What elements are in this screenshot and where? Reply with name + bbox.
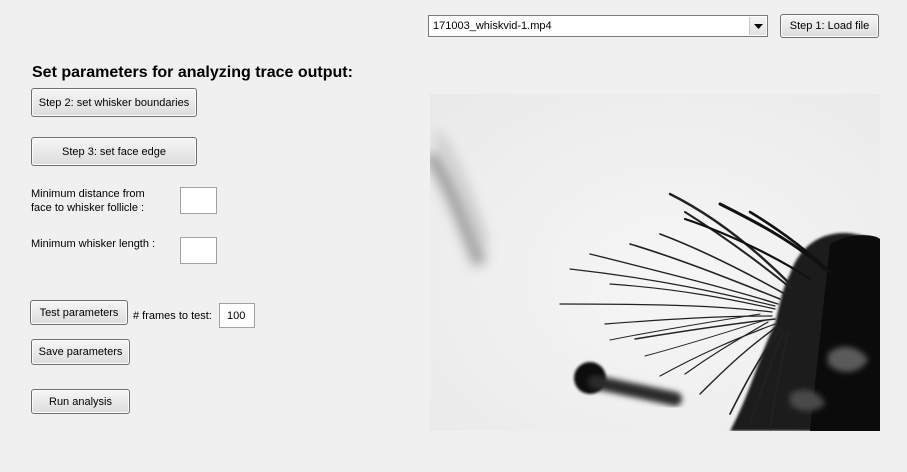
test-parameters-button[interactable]: Test parameters xyxy=(30,300,128,325)
chevron-down-icon[interactable] xyxy=(749,17,766,35)
min-distance-label: Minimum distance from face to whisker fo… xyxy=(31,187,145,215)
min-distance-label-line1: Minimum distance from xyxy=(31,188,145,200)
video-file-dropdown[interactable]: 171003_whiskvid-1.mp4 xyxy=(428,15,768,37)
set-face-edge-button[interactable]: Step 3: set face edge xyxy=(31,137,197,166)
video-file-dropdown-value: 171003_whiskvid-1.mp4 xyxy=(433,20,552,32)
page-title: Set parameters for analyzing trace outpu… xyxy=(32,64,353,81)
load-file-button[interactable]: Step 1: Load file xyxy=(780,14,879,38)
frames-to-test-label: # frames to test: xyxy=(133,310,212,322)
min-length-input[interactable] xyxy=(180,237,217,264)
min-length-label: Minimum whisker length : xyxy=(31,238,156,250)
min-distance-label-line2: face to whisker follicle : xyxy=(31,202,145,214)
save-parameters-button[interactable]: Save parameters xyxy=(31,339,130,365)
set-whisker-boundaries-button[interactable]: Step 2: set whisker boundaries xyxy=(31,88,197,117)
min-distance-input[interactable] xyxy=(180,187,217,214)
video-frame-preview xyxy=(424,94,880,431)
run-analysis-button[interactable]: Run analysis xyxy=(31,389,130,414)
frames-to-test-input[interactable] xyxy=(219,303,255,328)
